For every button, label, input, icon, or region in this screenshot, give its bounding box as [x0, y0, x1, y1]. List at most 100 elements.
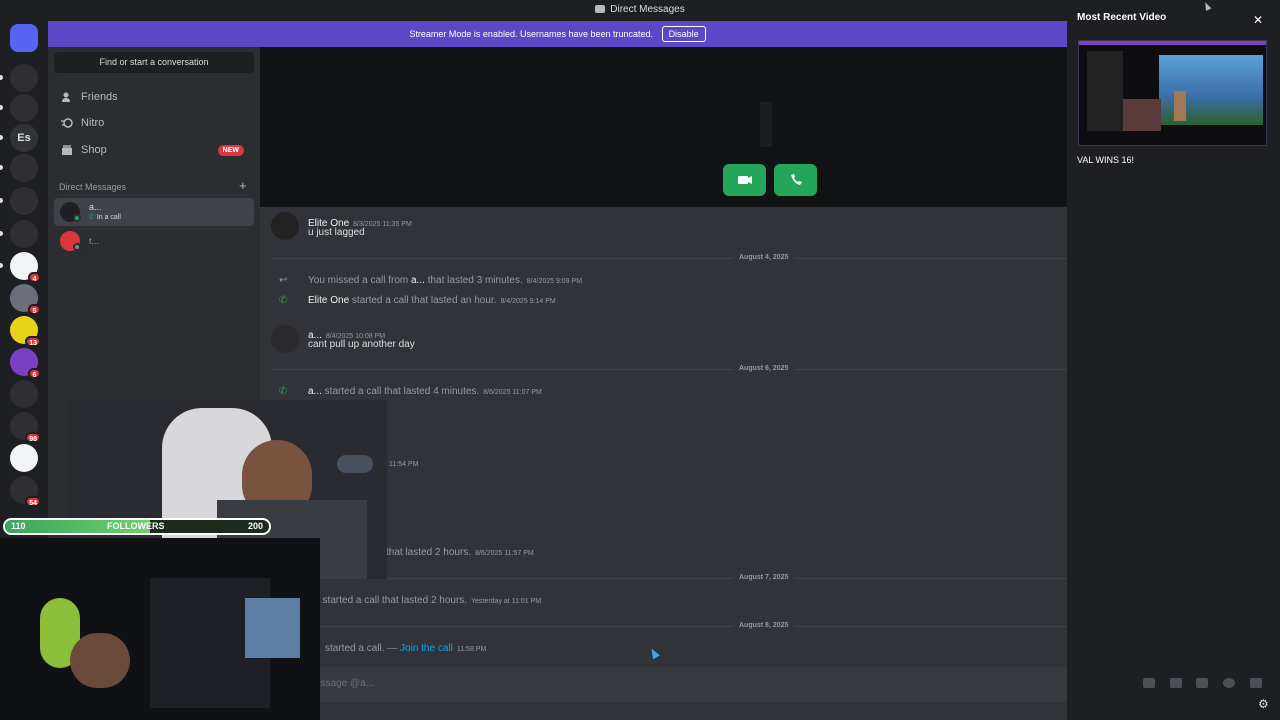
date-divider: [272, 578, 1067, 579]
dm-item-a[interactable]: a... ✆ In a call: [54, 198, 254, 226]
nav-friends[interactable]: Friends: [54, 85, 254, 109]
date-divider: [272, 369, 1067, 370]
close-icon[interactable]: ✕: [1253, 13, 1263, 27]
call-message: started a call. — Join the call 11:58 PM: [325, 643, 487, 654]
nav-shop[interactable]: Shop NEW: [54, 138, 254, 162]
mention-badge: 5: [28, 304, 41, 315]
video-caption: VAL WINS 16!: [1077, 155, 1135, 165]
banner-text: Streamer Mode is enabled. Usernames have…: [409, 29, 654, 39]
gear-icon[interactable]: ⚙: [1258, 697, 1269, 711]
server-icon[interactable]: Es: [0, 124, 38, 152]
server-icon[interactable]: 5: [10, 284, 41, 315]
video-icon: [738, 176, 752, 184]
panel-title: Most Recent Video: [1077, 12, 1167, 23]
call-icon: ✆: [279, 295, 288, 306]
date-divider-label: August 6, 2025: [733, 365, 795, 372]
dm-item-t[interactable]: t...: [54, 227, 254, 255]
server-icon[interactable]: [10, 380, 38, 408]
missed-call-icon: ↩: [279, 275, 288, 286]
server-icon[interactable]: 13: [10, 316, 41, 347]
phone-icon: [791, 174, 802, 185]
dm-section-header: Direct Messages: [59, 182, 127, 192]
unread-pill: [0, 263, 3, 268]
discord-icon: [595, 5, 606, 13]
call-icon: ✆: [279, 386, 288, 397]
unread-pill: [0, 165, 3, 170]
video-call-button[interactable]: [723, 164, 766, 196]
thumb-webcam: [1123, 99, 1161, 131]
date-divider-label: August 4, 2025: [733, 254, 795, 261]
call-message: . started a call that lasted 2 hours. Yes…: [317, 595, 542, 606]
most-recent-video-panel: Most Recent Video ✕ VAL WINS 16!: [1067, 0, 1280, 720]
phone-icon: ✆: [89, 214, 97, 221]
create-dm-plus-icon[interactable]: +: [239, 178, 247, 193]
mention-badge: 4: [28, 272, 41, 283]
gift-icon[interactable]: [1143, 678, 1155, 688]
server-icon[interactable]: [0, 220, 38, 248]
server-icon[interactable]: [0, 154, 38, 182]
arm: [245, 598, 300, 658]
mention-badge: 6: [28, 368, 41, 379]
new-badge: NEW: [217, 145, 244, 156]
dm-name: t...: [89, 236, 100, 246]
unread-pill: [0, 105, 3, 110]
status-online-icon: [73, 214, 81, 222]
avatar[interactable]: [271, 325, 299, 353]
nitro-icon: [61, 118, 73, 128]
disable-button[interactable]: Disable: [661, 26, 706, 42]
led-lights: [337, 455, 373, 473]
unread-pill: [0, 198, 3, 203]
server-icon[interactable]: 6: [10, 348, 41, 379]
sticker-icon[interactable]: [1196, 678, 1208, 688]
message-input[interactable]: essage @a...: [260, 667, 1067, 702]
nav-label: Nitro: [81, 117, 105, 129]
server-icon[interactable]: [10, 24, 38, 52]
message-text: cant pull up another day: [308, 339, 415, 350]
video-thumbnail[interactable]: [1078, 40, 1267, 146]
status-offline-icon: [73, 243, 81, 251]
server-icon[interactable]: 98: [10, 412, 41, 443]
date-divider-label: August 8, 2025: [733, 622, 795, 629]
find-conversation-button[interactable]: Find or start a conversation: [54, 52, 254, 73]
server-icon[interactable]: [0, 94, 38, 122]
shop-icon: [62, 145, 72, 155]
streamer-head: [70, 633, 130, 688]
server-icon[interactable]: 54: [10, 476, 41, 507]
bottom-strip: [260, 702, 1067, 720]
unread-pill: [0, 231, 3, 236]
followers-goal-bar: 110 FOLLOWERS 200: [3, 518, 271, 535]
missed-call-message: You missed a call from a... that lasted …: [308, 275, 583, 286]
nav-label: Shop: [81, 144, 107, 156]
dm-name: a...: [89, 202, 102, 212]
call-message: a... started a call that lasted 4 minute…: [308, 386, 542, 397]
avatar[interactable]: [271, 212, 299, 240]
server-icon[interactable]: [0, 64, 38, 92]
date-divider: [272, 626, 1067, 627]
unread-pill: [0, 75, 3, 80]
followers-label: FOLLOWERS: [107, 521, 165, 531]
webcam-overlay-bottom: [0, 538, 320, 720]
followers-current: 110: [11, 521, 26, 531]
date-divider: [272, 258, 1067, 259]
call-preview: [260, 47, 1067, 207]
voice-call-button[interactable]: [774, 164, 817, 196]
join-call-link[interactable]: Join the call: [400, 643, 453, 654]
dm-status: ✆ In a call: [89, 214, 121, 221]
thumb-character: [1174, 91, 1186, 121]
nav-label: Friends: [81, 91, 118, 103]
server-icon[interactable]: [10, 444, 38, 472]
call-message: that lasted 2 hours. 8/6/2025 11:57 PM: [386, 547, 534, 558]
date-divider-label: August 7, 2025: [733, 574, 795, 581]
streamer-mode-banner: Streamer Mode is enabled. Usernames have…: [48, 21, 1067, 47]
followers-goal: 200: [248, 521, 264, 531]
call-message: Elite One started a call that lasted an …: [308, 295, 556, 306]
server-icon[interactable]: 4: [0, 252, 41, 283]
mention-badge: 54: [25, 496, 41, 507]
message-timestamp: 11:54 PM: [389, 461, 419, 468]
apps-icon[interactable]: [1250, 678, 1262, 688]
emoji-icon[interactable]: [1223, 678, 1235, 688]
server-icon[interactable]: [0, 187, 38, 215]
message-text: u just lagged: [308, 227, 365, 238]
gif-icon[interactable]: [1170, 678, 1182, 688]
nav-nitro[interactable]: Nitro: [54, 111, 254, 135]
